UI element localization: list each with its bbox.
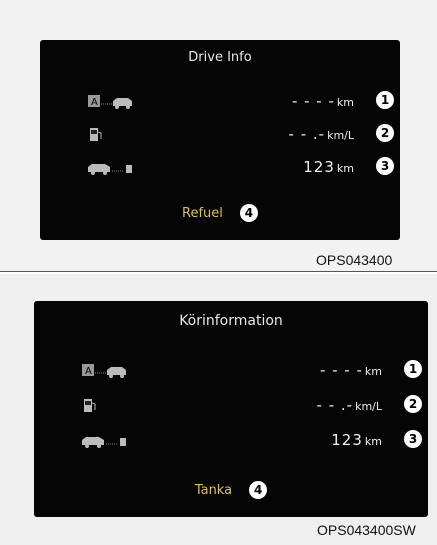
refuel-label: Tanka xyxy=(194,483,233,498)
svg-text:A: A xyxy=(91,97,98,108)
fuel-economy-row: - - .- km/L 2 xyxy=(34,394,428,418)
refuel-message: Refuel 4 xyxy=(40,202,400,222)
refuel-message: Tanka 4 xyxy=(34,479,428,499)
fuel-pump-icon xyxy=(88,127,168,143)
distance-to-empty-value: 123 km xyxy=(303,158,354,176)
car-to-pump-icon xyxy=(82,433,162,449)
range-row: A - - - - km 1 xyxy=(40,90,400,114)
refuel-label: Refuel xyxy=(182,206,223,221)
cluster-display: Drive Info A - - - - km 1 - - .- km/L 2 … xyxy=(40,40,400,240)
callout-2-badge: 2 xyxy=(376,124,394,142)
distance-to-empty-row: 123 km 3 xyxy=(34,429,428,453)
svg-text:A: A xyxy=(85,366,92,377)
callout-3-badge: 3 xyxy=(404,430,422,448)
distance-to-empty-value: 123 km xyxy=(331,431,382,449)
bottom-panel: Körinformation A - - - - km 1 - - .- km/… xyxy=(0,274,437,545)
figure-code: OPS043400 xyxy=(316,252,393,268)
display-title: Körinformation xyxy=(179,313,283,329)
callout-3-badge: 3 xyxy=(376,157,394,175)
callout-4-badge: 4 xyxy=(249,480,268,499)
callout-4-badge: 4 xyxy=(239,203,258,222)
display-title: Drive Info xyxy=(188,50,252,65)
fuel-economy-value: - - .- km/L xyxy=(316,396,382,414)
distance-to-empty-row: 123 km 3 xyxy=(40,156,400,180)
range-value: - - - - km xyxy=(319,361,382,379)
fuel-pump-icon xyxy=(82,398,162,414)
range-row: A - - - - km 1 xyxy=(34,359,428,383)
car-to-pump-icon xyxy=(88,160,168,176)
figure-code: OPS043400SW xyxy=(317,522,416,538)
range-to-empty-icon: A xyxy=(82,363,162,379)
range-value: - - - - km xyxy=(291,92,354,110)
top-panel: Drive Info A - - - - km 1 - - .- km/L 2 … xyxy=(0,0,437,272)
cluster-display: Körinformation A - - - - km 1 - - .- km/… xyxy=(34,301,428,517)
section-divider xyxy=(0,271,437,272)
fuel-economy-row: - - .- km/L 2 xyxy=(40,123,400,147)
fuel-economy-value: - - .- km/L xyxy=(288,125,354,143)
callout-1-badge: 1 xyxy=(376,91,394,109)
range-to-empty-icon: A xyxy=(88,94,168,110)
callout-1-badge: 1 xyxy=(404,360,422,378)
callout-2-badge: 2 xyxy=(404,395,422,413)
